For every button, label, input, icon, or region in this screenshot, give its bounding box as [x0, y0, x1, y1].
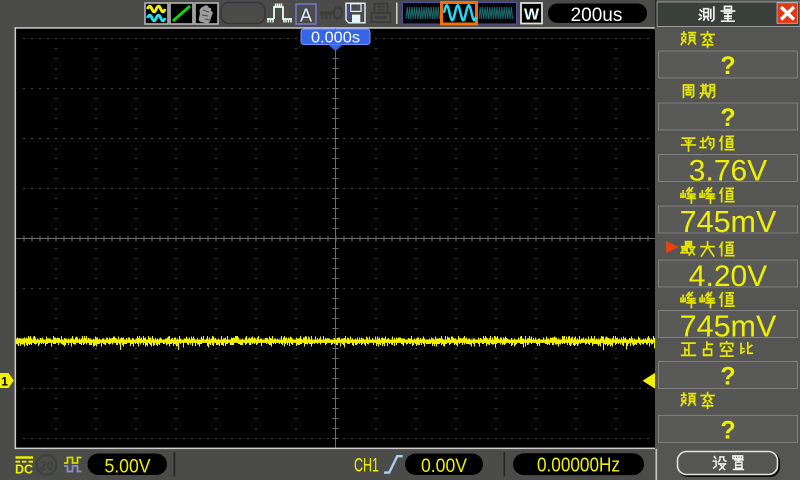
svg-text:3.76V: 3.76V	[689, 155, 767, 188]
svg-text:W: W	[524, 7, 540, 24]
svg-text:?: ?	[720, 104, 735, 132]
svg-text:0.000s: 0.000s	[311, 30, 360, 47]
svg-text:A: A	[300, 6, 312, 26]
svg-text:200us: 200us	[571, 5, 623, 26]
svg-text:745mV: 745mV	[680, 205, 777, 239]
svg-text:?: ?	[720, 363, 735, 391]
svg-text:745mV: 745mV	[680, 310, 777, 344]
svg-text:?: ?	[720, 416, 735, 444]
svg-text:1: 1	[1, 374, 8, 388]
svg-text:?: ?	[720, 52, 735, 80]
svg-text:4.20V: 4.20V	[689, 260, 767, 293]
